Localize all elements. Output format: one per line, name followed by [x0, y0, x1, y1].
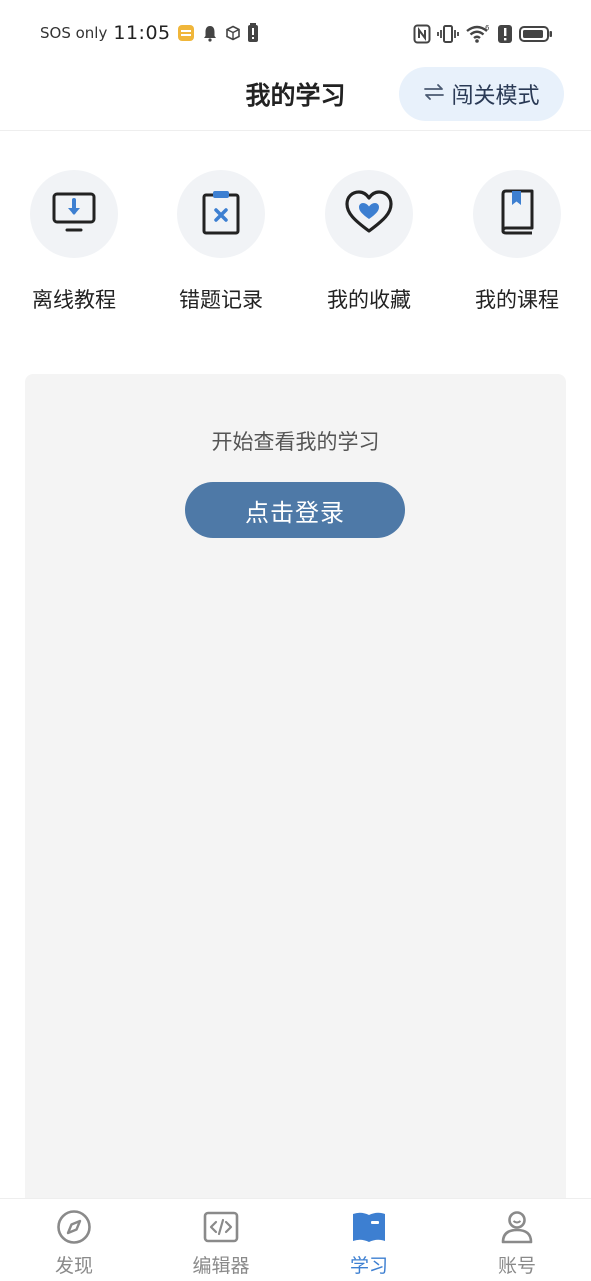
carrier-text: SOS only: [40, 24, 108, 42]
swap-arrows-icon: [423, 83, 445, 105]
challenge-mode-label: 闯关模式: [451, 84, 540, 109]
nfc-icon: [413, 24, 431, 44]
quick-item-label: 离线教程: [32, 288, 116, 312]
battery-icon: [519, 24, 553, 44]
nav-item-editor[interactable]: 编辑器: [161, 1209, 281, 1278]
code-editor-icon: [161, 1209, 281, 1245]
nav-item-discover[interactable]: 发现: [14, 1209, 134, 1278]
clock-time: 11:05: [113, 22, 171, 44]
nav-item-label: 编辑器: [192, 1255, 250, 1277]
heart-icon: [344, 189, 394, 239]
cube-icon: [225, 25, 241, 41]
vibrate-icon: [437, 24, 459, 44]
bottom-nav: 发现 编辑器 学习 账号: [0, 1198, 591, 1281]
svg-text:6: 6: [485, 24, 490, 32]
challenge-mode-button[interactable]: 闯关模式: [399, 67, 564, 121]
quick-actions: 离线教程 错题记录 我的收藏 我的课程: [0, 170, 591, 320]
user-icon: [457, 1209, 577, 1245]
app-notification-icon: [177, 24, 195, 42]
bell-icon: [201, 24, 219, 42]
nav-item-label: 学习: [349, 1255, 388, 1277]
status-bar: SOS only 11:05 6: [0, 0, 591, 64]
alert-signal-icon: [497, 24, 513, 44]
login-card: 开始查看我的学习 点击登录: [25, 374, 566, 1224]
quick-icon-circle: [473, 170, 561, 258]
quick-item-label: 我的收藏: [327, 288, 411, 312]
nav-item-learning[interactable]: 学习: [309, 1209, 429, 1278]
quick-item-my-courses[interactable]: 我的课程: [457, 170, 577, 314]
battery-saver-icon: [247, 23, 259, 43]
quick-item-wrong-answers[interactable]: 错题记录: [161, 170, 281, 314]
nav-item-account[interactable]: 账号: [457, 1209, 577, 1278]
quick-icon-circle: [30, 170, 118, 258]
quick-item-label: 我的课程: [475, 288, 559, 312]
header: 我的学习 闯关模式: [0, 64, 591, 131]
wrong-answer-clipboard-icon: [199, 188, 243, 240]
compass-icon: [14, 1209, 134, 1245]
quick-item-offline-tutorials[interactable]: 离线教程: [14, 170, 134, 314]
status-left: SOS only 11:05: [40, 20, 259, 46]
quick-item-label: 错题记录: [179, 288, 263, 312]
open-book-icon: [309, 1209, 429, 1245]
status-right: 6: [413, 21, 553, 47]
login-button[interactable]: 点击登录: [185, 482, 405, 538]
login-hint-text: 开始查看我的学习: [211, 430, 380, 454]
quick-icon-circle: [325, 170, 413, 258]
quick-icon-circle: [177, 170, 265, 258]
nav-item-label: 发现: [54, 1255, 93, 1277]
offline-download-icon: [50, 190, 98, 238]
book-icon: [497, 188, 537, 240]
nav-item-label: 账号: [497, 1255, 536, 1277]
quick-item-favorites[interactable]: 我的收藏: [309, 170, 429, 314]
wifi-icon: 6: [465, 24, 491, 44]
